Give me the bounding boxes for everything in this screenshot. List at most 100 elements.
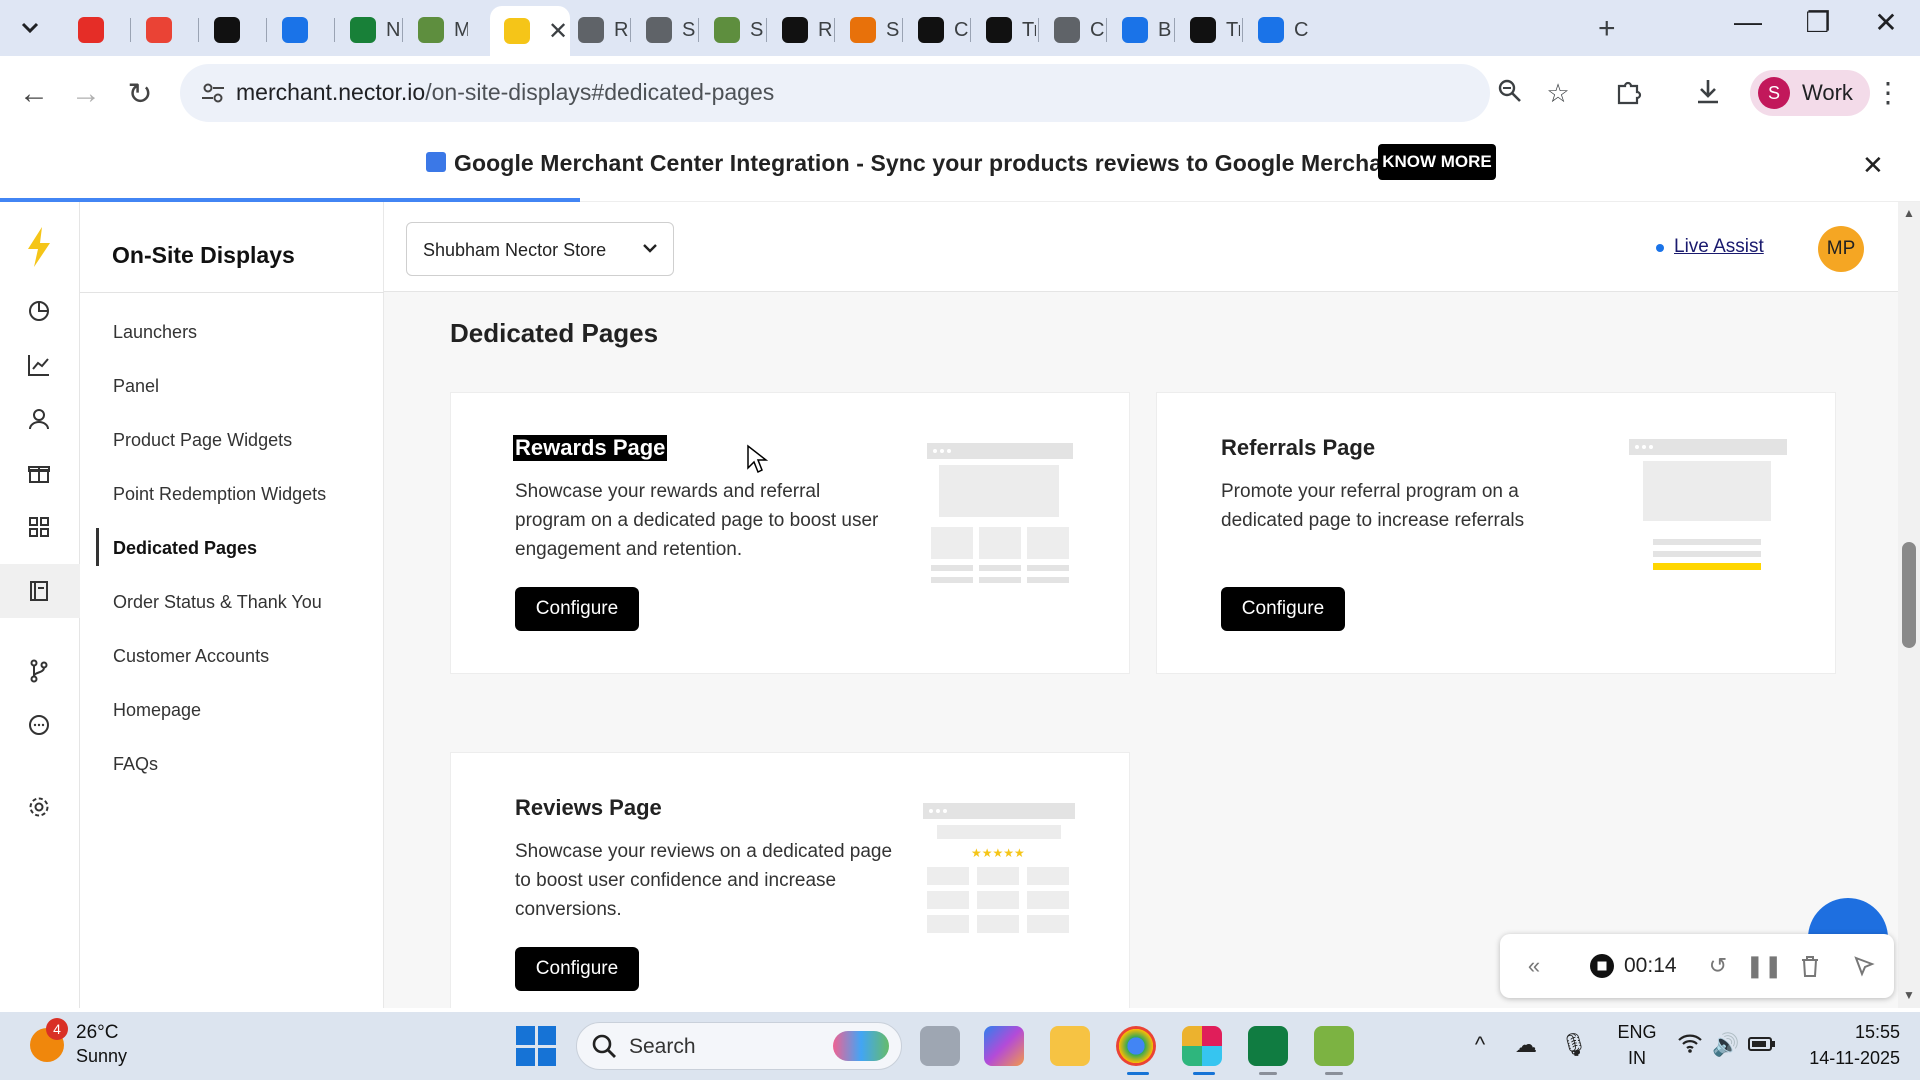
minimize-icon[interactable]: — xyxy=(1718,6,1778,38)
on-site-displays-icon[interactable] xyxy=(24,576,54,606)
browser-tab[interactable]: Ca xyxy=(904,10,968,50)
subnav-item-panel[interactable]: Panel xyxy=(113,376,159,397)
banner-close-icon[interactable]: ✕ xyxy=(1862,150,1884,181)
configure-referrals-button[interactable]: Configure xyxy=(1221,587,1345,631)
page-scrollbar[interactable]: ▲ ▼ xyxy=(1898,202,1920,1008)
browser-tab[interactable]: Sh xyxy=(632,10,696,50)
pause-icon[interactable]: ❚❚ xyxy=(1746,952,1783,980)
task-view-icon[interactable] xyxy=(920,1026,960,1066)
browser-tab[interactable]: Tr xyxy=(972,10,1036,50)
clock-time[interactable]: 15:55 xyxy=(1790,1022,1900,1043)
reviews-page-card: Reviews Page Showcase your reviews on a … xyxy=(450,752,1130,1008)
browser-menu-icon[interactable]: ⋮ xyxy=(1870,76,1906,112)
clock-date[interactable]: 14-11-2025 xyxy=(1790,1048,1900,1069)
tray-chevron-up-icon[interactable]: ^ xyxy=(1466,1032,1494,1060)
stop-record-icon[interactable] xyxy=(1588,952,1616,980)
file-explorer-icon[interactable] xyxy=(1050,1026,1090,1066)
nector-logo-bolt-icon[interactable] xyxy=(24,227,54,267)
subnav-item-launchers[interactable]: Launchers xyxy=(113,322,197,343)
know-more-button[interactable]: KNOW MORE xyxy=(1378,144,1496,180)
slack-icon[interactable] xyxy=(1182,1026,1222,1066)
extensions-icon[interactable] xyxy=(1610,76,1646,112)
subnav-item-dedicated-pages[interactable]: Dedicated Pages xyxy=(113,538,257,559)
browser-tab[interactable] xyxy=(132,10,196,50)
widgets-grid-icon[interactable] xyxy=(24,512,54,542)
browser-tab[interactable]: Sh xyxy=(700,10,764,50)
tab-label: Co xyxy=(1090,18,1104,41)
browser-tab[interactable] xyxy=(268,10,332,50)
taskbar-search-box[interactable]: Search xyxy=(576,1022,902,1070)
tab-favicon-icon xyxy=(1258,17,1284,43)
subnav-item-point-redemption-widgets[interactable]: Point Redemption Widgets xyxy=(113,484,326,505)
profile-chip[interactable]: S Work xyxy=(1750,70,1870,116)
download-icon[interactable] xyxy=(1690,76,1726,112)
browser-toolbar: ← → ↻ merchant.nector.io/on-site-display… xyxy=(0,56,1920,130)
collapse-double-chevron-icon[interactable]: « xyxy=(1520,952,1548,980)
onedrive-cloud-icon[interactable]: ☁ xyxy=(1512,1032,1540,1060)
scroll-down-icon[interactable]: ▼ xyxy=(1903,988,1915,1002)
browser-tab[interactable]: Ne xyxy=(336,10,400,50)
subnav-item-customer-accounts[interactable]: Customer Accounts xyxy=(113,646,269,667)
live-assist-link[interactable]: Live Assist xyxy=(1674,236,1764,258)
weather-temperature[interactable]: 26°C xyxy=(76,1022,118,1044)
configure-reviews-button[interactable]: Configure xyxy=(515,947,639,991)
microphone-icon[interactable]: 🎙 xyxy=(1560,1032,1588,1060)
new-tab-button[interactable]: + xyxy=(1598,12,1616,46)
copilot-icon[interactable] xyxy=(984,1026,1024,1066)
customers-user-icon[interactable] xyxy=(24,404,54,434)
site-info-icon[interactable] xyxy=(198,78,228,108)
restore-icon[interactable]: ❐ xyxy=(1788,6,1848,39)
subnav-item-product-page-widgets[interactable]: Product Page Widgets xyxy=(113,430,292,451)
browser-tab[interactable]: Bc xyxy=(1108,10,1172,50)
pointer-cursor-icon[interactable] xyxy=(1850,952,1878,980)
tab-search-chevron-icon[interactable] xyxy=(12,10,48,46)
bookmark-star-icon[interactable]: ☆ xyxy=(1542,78,1574,110)
tab-separator xyxy=(902,18,903,42)
snipping-tool-icon[interactable] xyxy=(1314,1026,1354,1066)
subnav-item-faqs[interactable]: FAQs xyxy=(113,754,158,775)
reload-icon[interactable]: ↻ xyxy=(120,74,160,114)
integrations-branch-icon[interactable] xyxy=(24,656,54,686)
wifi-icon[interactable] xyxy=(1676,1032,1704,1060)
browser-tab[interactable] xyxy=(200,10,264,50)
forward-arrow-icon[interactable]: → xyxy=(66,74,106,114)
browser-tab[interactable] xyxy=(64,10,128,50)
user-avatar[interactable]: MP xyxy=(1818,226,1864,272)
close-window-icon[interactable]: ✕ xyxy=(1856,6,1916,39)
support-chat-icon[interactable] xyxy=(24,710,54,740)
restart-icon[interactable]: ↺ xyxy=(1704,952,1732,980)
browser-tab[interactable]: Tr xyxy=(1176,10,1240,50)
chrome-icon[interactable] xyxy=(1116,1026,1156,1066)
subnav-divider xyxy=(80,292,384,293)
browser-tab[interactable]: Re xyxy=(564,10,628,50)
configure-rewards-button[interactable]: Configure xyxy=(515,587,639,631)
browser-tab[interactable]: Re xyxy=(768,10,832,50)
browser-tab[interactable]: Co xyxy=(1040,10,1104,50)
zoom-icon[interactable] xyxy=(1494,78,1526,110)
volume-speaker-icon[interactable]: 🔊 xyxy=(1712,1032,1740,1060)
browser-tab[interactable]: ✕ xyxy=(490,6,570,56)
battery-icon[interactable] xyxy=(1748,1032,1776,1060)
dashboard-pie-icon[interactable] xyxy=(24,296,54,326)
tab-favicon-icon xyxy=(214,17,240,43)
tab-favicon-icon xyxy=(578,17,604,43)
excel-icon[interactable] xyxy=(1248,1026,1288,1066)
browser-tab[interactable]: Sh xyxy=(836,10,900,50)
subnav-item-homepage[interactable]: Homepage xyxy=(113,700,201,721)
browser-tab[interactable]: Cu xyxy=(1244,10,1308,50)
rewards-gift-icon[interactable] xyxy=(24,458,54,488)
windows-start-icon[interactable] xyxy=(516,1026,556,1066)
input-language-region[interactable]: IN xyxy=(1612,1048,1662,1069)
weather-condition[interactable]: Sunny xyxy=(76,1046,127,1067)
subnav-item-order-status[interactable]: Order Status & Thank You xyxy=(113,592,322,613)
browser-tab[interactable]: M xyxy=(404,10,468,50)
back-arrow-icon[interactable]: ← xyxy=(14,74,54,114)
settings-gear-icon[interactable] xyxy=(24,792,54,822)
scroll-up-icon[interactable]: ▲ xyxy=(1903,206,1915,220)
scrollbar-thumb[interactable] xyxy=(1902,542,1916,648)
address-bar[interactable]: merchant.nector.io/on-site-displays#dedi… xyxy=(180,64,1570,122)
analytics-line-icon[interactable] xyxy=(24,350,54,380)
delete-trash-icon[interactable] xyxy=(1796,952,1824,980)
input-language-primary[interactable]: ENG xyxy=(1612,1022,1662,1043)
store-selector[interactable]: Shubham Nector Store xyxy=(406,222,674,276)
